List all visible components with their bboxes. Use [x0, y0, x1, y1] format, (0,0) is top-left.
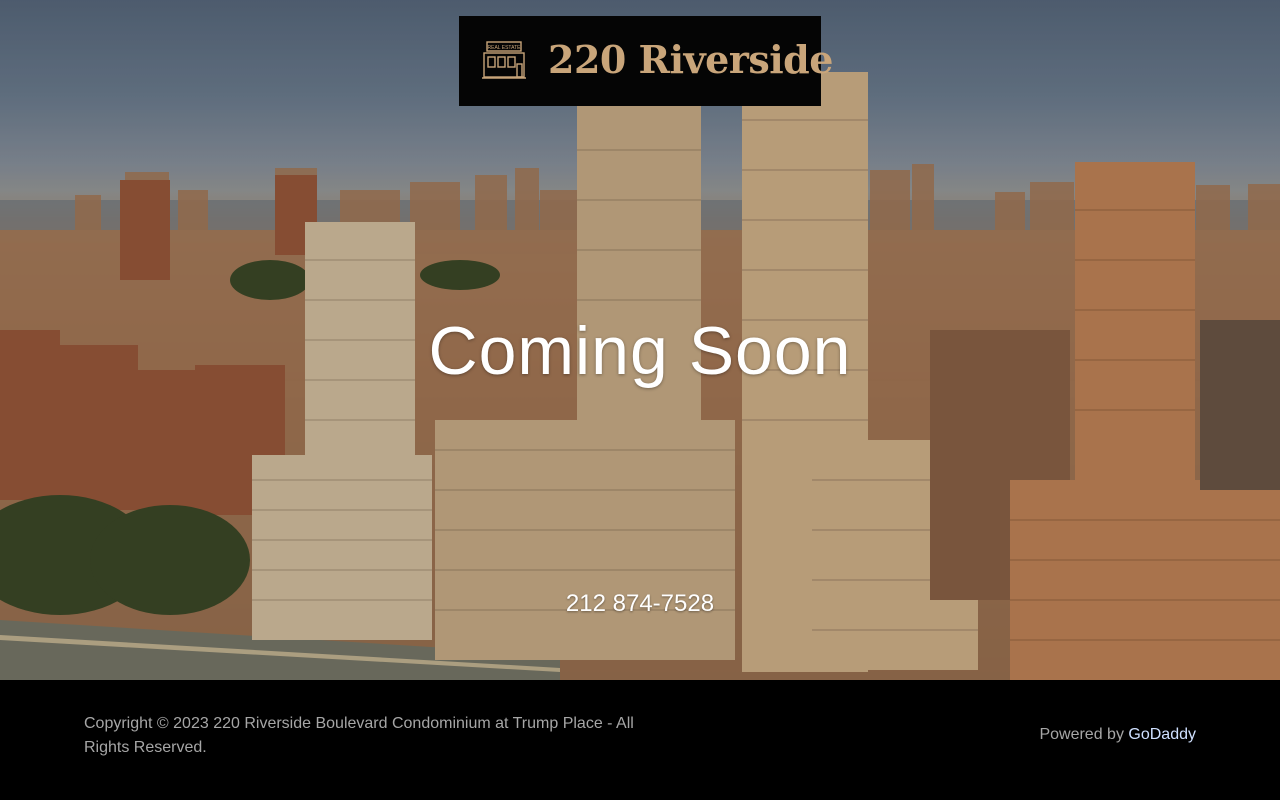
hero-section: REAL ESTATE 220 Riverside Coming Soon 21…	[0, 0, 1280, 680]
godaddy-link[interactable]: GoDaddy	[1128, 726, 1196, 743]
powered-by: Powered by GoDaddy	[1039, 726, 1196, 744]
site-title: 220 Riverside	[548, 37, 833, 82]
copyright-text: Copyright © 2023 220 Riverside Boulevard…	[84, 715, 634, 756]
powered-by-label: Powered by	[1039, 726, 1124, 743]
svg-text:REAL ESTATE: REAL ESTATE	[488, 45, 522, 51]
real-estate-building-icon: REAL ESTATE	[482, 41, 526, 79]
coming-soon-heading: Coming Soon	[428, 313, 852, 389]
phone-number[interactable]: 212 874-7528	[0, 590, 1280, 618]
site-logo[interactable]: REAL ESTATE 220 Riverside	[459, 16, 833, 106]
footer: Copyright © 2023 220 Riverside Boulevard…	[0, 680, 1280, 800]
